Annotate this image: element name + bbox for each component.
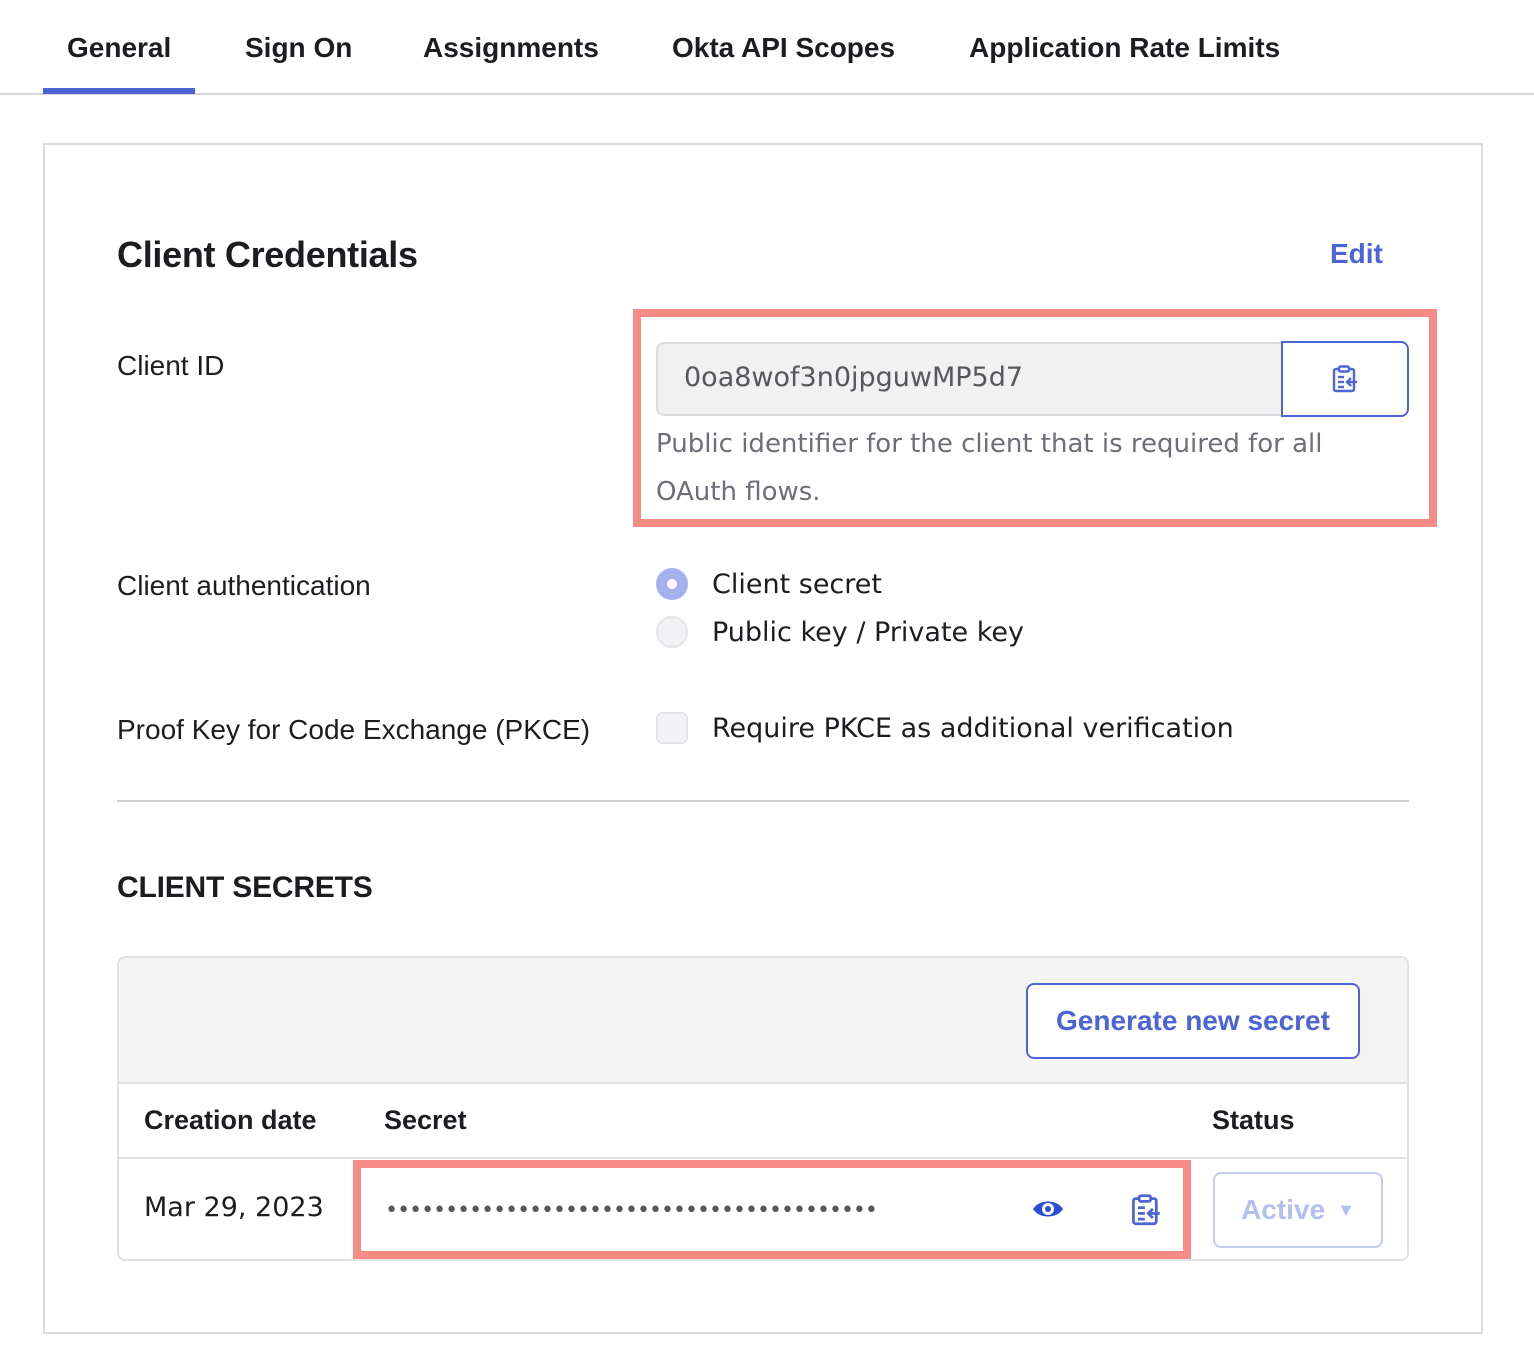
column-header-creation-date: Creation date <box>144 1105 317 1135</box>
radio-public-private-key-label: Public key / Private key <box>712 616 1024 648</box>
table-row-divider <box>119 1157 1407 1159</box>
secrets-toolbar: Generate new secret <box>119 958 1407 1084</box>
edit-link[interactable]: Edit <box>1330 238 1383 270</box>
section-title: Client Credentials <box>117 234 418 275</box>
tab-bar: General Sign On Assignments Okta API Sco… <box>0 0 1534 95</box>
radio-client-secret[interactable]: Client secret <box>656 568 882 600</box>
column-header-secret: Secret <box>384 1105 467 1135</box>
copy-client-id-button[interactable] <box>1281 341 1409 417</box>
client-auth-label: Client authentication <box>117 570 371 601</box>
section-divider <box>117 800 1409 802</box>
pkce-checkbox-label: Require PKCE as additional verification <box>712 712 1234 744</box>
tab-sign-on[interactable]: Sign On <box>245 32 352 64</box>
radio-selected-icon <box>656 568 688 600</box>
tab-application-rate-limits[interactable]: Application Rate Limits <box>969 32 1280 64</box>
client-secrets-title: CLIENT SECRETS <box>117 871 373 904</box>
radio-unselected-icon <box>656 616 688 648</box>
client-id-label: Client ID <box>117 350 225 381</box>
pkce-label: Proof Key for Code Exchange (PKCE) <box>117 714 591 745</box>
clipboard-copy-icon <box>1332 365 1357 393</box>
secret-highlight <box>353 1160 1191 1259</box>
radio-public-private-key[interactable]: Public key / Private key <box>656 616 1024 648</box>
tab-okta-api-scopes[interactable]: Okta API Scopes <box>672 32 895 64</box>
secret-creation-date: Mar 29, 2023 <box>144 1192 324 1223</box>
tab-general[interactable]: General <box>42 32 196 94</box>
caret-down-icon: ▼ <box>1337 1199 1355 1220</box>
status-dropdown[interactable]: Active ▼ <box>1213 1172 1383 1248</box>
client-id-hint: Public identifier for the client that is… <box>656 429 1323 507</box>
radio-client-secret-label: Client secret <box>712 568 882 600</box>
status-label: Active <box>1241 1194 1326 1225</box>
checkbox-unchecked-icon <box>656 712 688 744</box>
client-id-field[interactable]: 0oa8wof3n0jpguwMP5d7 <box>656 342 1282 416</box>
column-header-status: Status <box>1212 1105 1295 1135</box>
generate-new-secret-button[interactable]: Generate new secret <box>1026 983 1360 1059</box>
pkce-checkbox[interactable]: Require PKCE as additional verification <box>656 712 1234 744</box>
tab-assignments[interactable]: Assignments <box>423 32 599 64</box>
